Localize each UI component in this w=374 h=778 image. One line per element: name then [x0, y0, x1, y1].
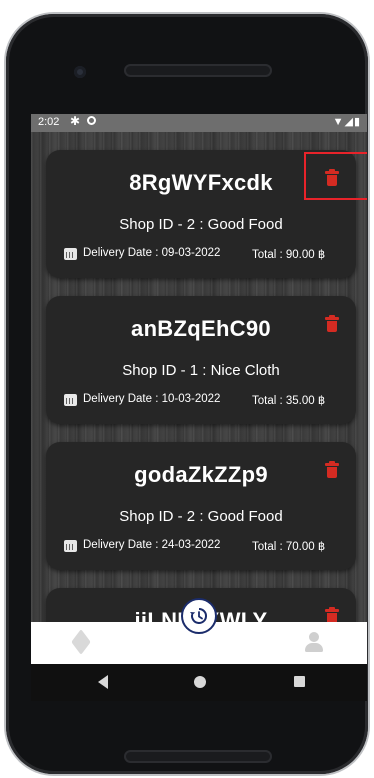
shop-label: Shop ID - 2 : Good Food [119, 216, 283, 233]
order-total: Total : 70.00 ฿ [252, 541, 326, 553]
order-id: anBZqEhC90 [131, 316, 271, 341]
order-total: Total : 90.00 ฿ [252, 249, 326, 261]
circle-icon [87, 116, 96, 125]
history-button[interactable] [181, 598, 217, 634]
history-icon [190, 608, 208, 624]
order-total: Total : 35.00 ฿ [252, 395, 326, 407]
shop-label: Shop ID - 1 : Nice Cloth [122, 362, 280, 379]
delivery-date: Delivery Date : 24-03-2022 [83, 539, 221, 551]
order-list[interactable]: 8RgWYFxcdk Shop ID - 2 : Good Food Deliv… [31, 132, 367, 701]
camera-icon [74, 66, 86, 78]
status-bar: 2:02 ✱ ▼◢▮ [31, 114, 367, 132]
order-id: godaZkZZp9 [134, 462, 268, 487]
signal-icon: ◢ [344, 116, 354, 128]
battery-icon: ▮ [353, 116, 361, 128]
order-card[interactable]: anBZqEhC90 Shop ID - 1 : Nice Cloth Deli… [46, 296, 356, 424]
recent-apps-button[interactable] [294, 676, 305, 687]
box-icon[interactable] [71, 629, 91, 655]
home-button[interactable] [194, 676, 206, 688]
back-button[interactable] [98, 675, 108, 689]
gear-icon: ✱ [70, 114, 81, 128]
shop-label: Shop ID - 2 : Good Food [119, 508, 283, 525]
delivery-date: Delivery Date : 10-03-2022 [83, 393, 221, 405]
order-card[interactable]: 8RgWYFxcdk Shop ID - 2 : Good Food Deliv… [46, 150, 367, 278]
delivery-date: Delivery Date : 09-03-2022 [83, 247, 221, 259]
status-time: 2:02 [38, 116, 60, 128]
status-right-icons: ▼◢▮ [333, 115, 361, 128]
delete-highlight-box [304, 152, 367, 200]
calendar-icon [64, 248, 77, 260]
calendar-icon [64, 394, 77, 406]
speaker-top [124, 64, 272, 77]
calendar-icon [64, 540, 77, 552]
app-screen: 2:02 ✱ ▼◢▮ 8RgWYFxcdk Shop ID - 2 : Good… [31, 114, 367, 701]
wifi-icon: ▼ [332, 116, 345, 128]
phone-frame: 2:02 ✱ ▼◢▮ 8RgWYFxcdk Shop ID - 2 : Good… [6, 14, 368, 774]
trash-icon[interactable] [324, 461, 340, 480]
system-navigation-bar [31, 664, 367, 701]
trash-icon[interactable] [324, 315, 340, 334]
speaker-bottom [124, 750, 272, 763]
order-card[interactable]: godaZkZZp9 Shop ID - 2 : Good Food Deliv… [46, 442, 356, 570]
bottom-navigation [31, 598, 367, 664]
